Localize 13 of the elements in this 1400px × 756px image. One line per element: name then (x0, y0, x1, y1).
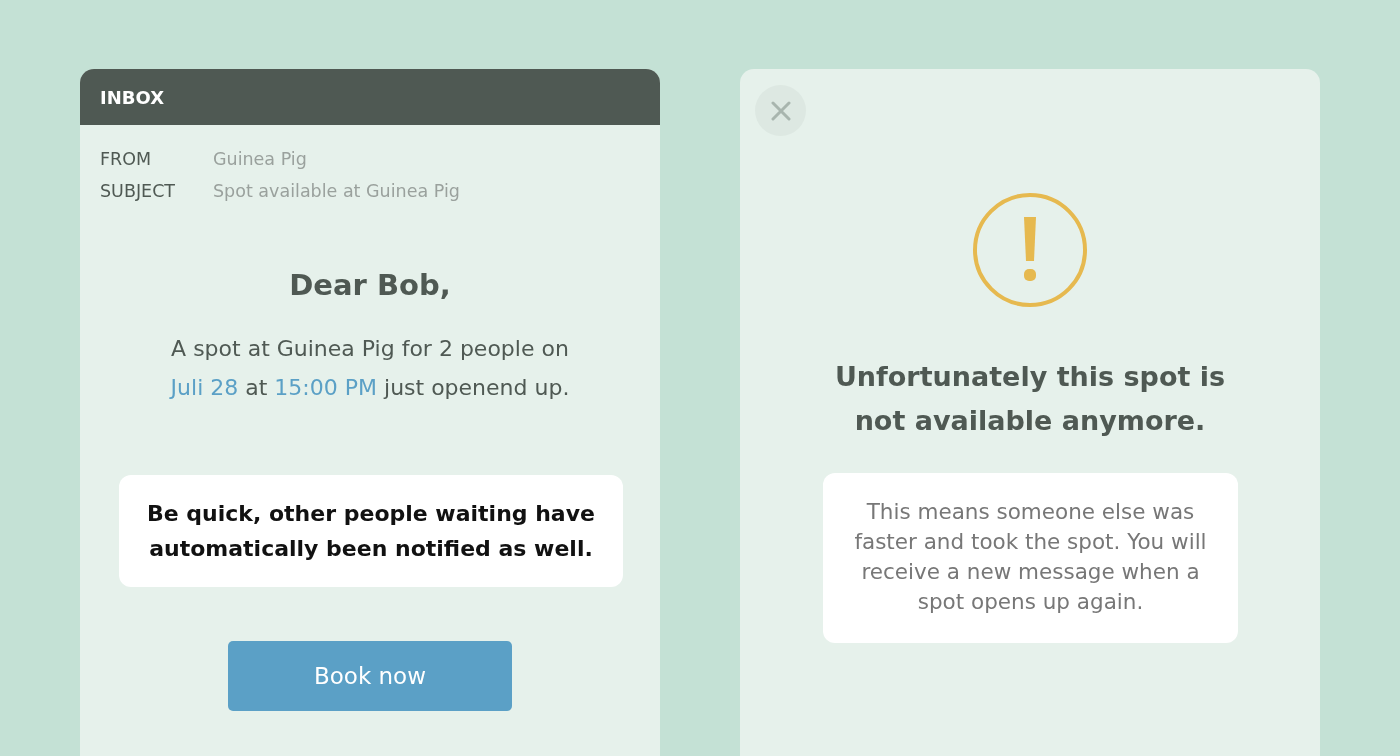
greeting-text: Dear Bob, (288, 267, 452, 304)
explanation-text: This means someone else was faster and took the spot. You will receive a new message when a spot opens up again. (853, 498, 1208, 616)
field-value: Spot available at Guinea Pig (213, 180, 460, 203)
field-label: FROM (100, 148, 153, 171)
message-text: A spot at Guinea Pig for 2 people on Juli 28 at 15:00 PM just openend up. (168, 335, 571, 402)
warning-icon (973, 193, 1087, 307)
book-now-button[interactable]: Book now (228, 641, 512, 711)
close-icon (770, 100, 791, 121)
field-value: Guinea Pig (213, 148, 307, 171)
notice-text: Be quick, other people waiting have automatically been notified as well. (146, 500, 596, 563)
alert-heading: Unfortunately this spot is not available anymore. (833, 360, 1227, 438)
field-label: SUBJECT (100, 180, 177, 203)
inbox-title: INBOX (100, 85, 165, 110)
